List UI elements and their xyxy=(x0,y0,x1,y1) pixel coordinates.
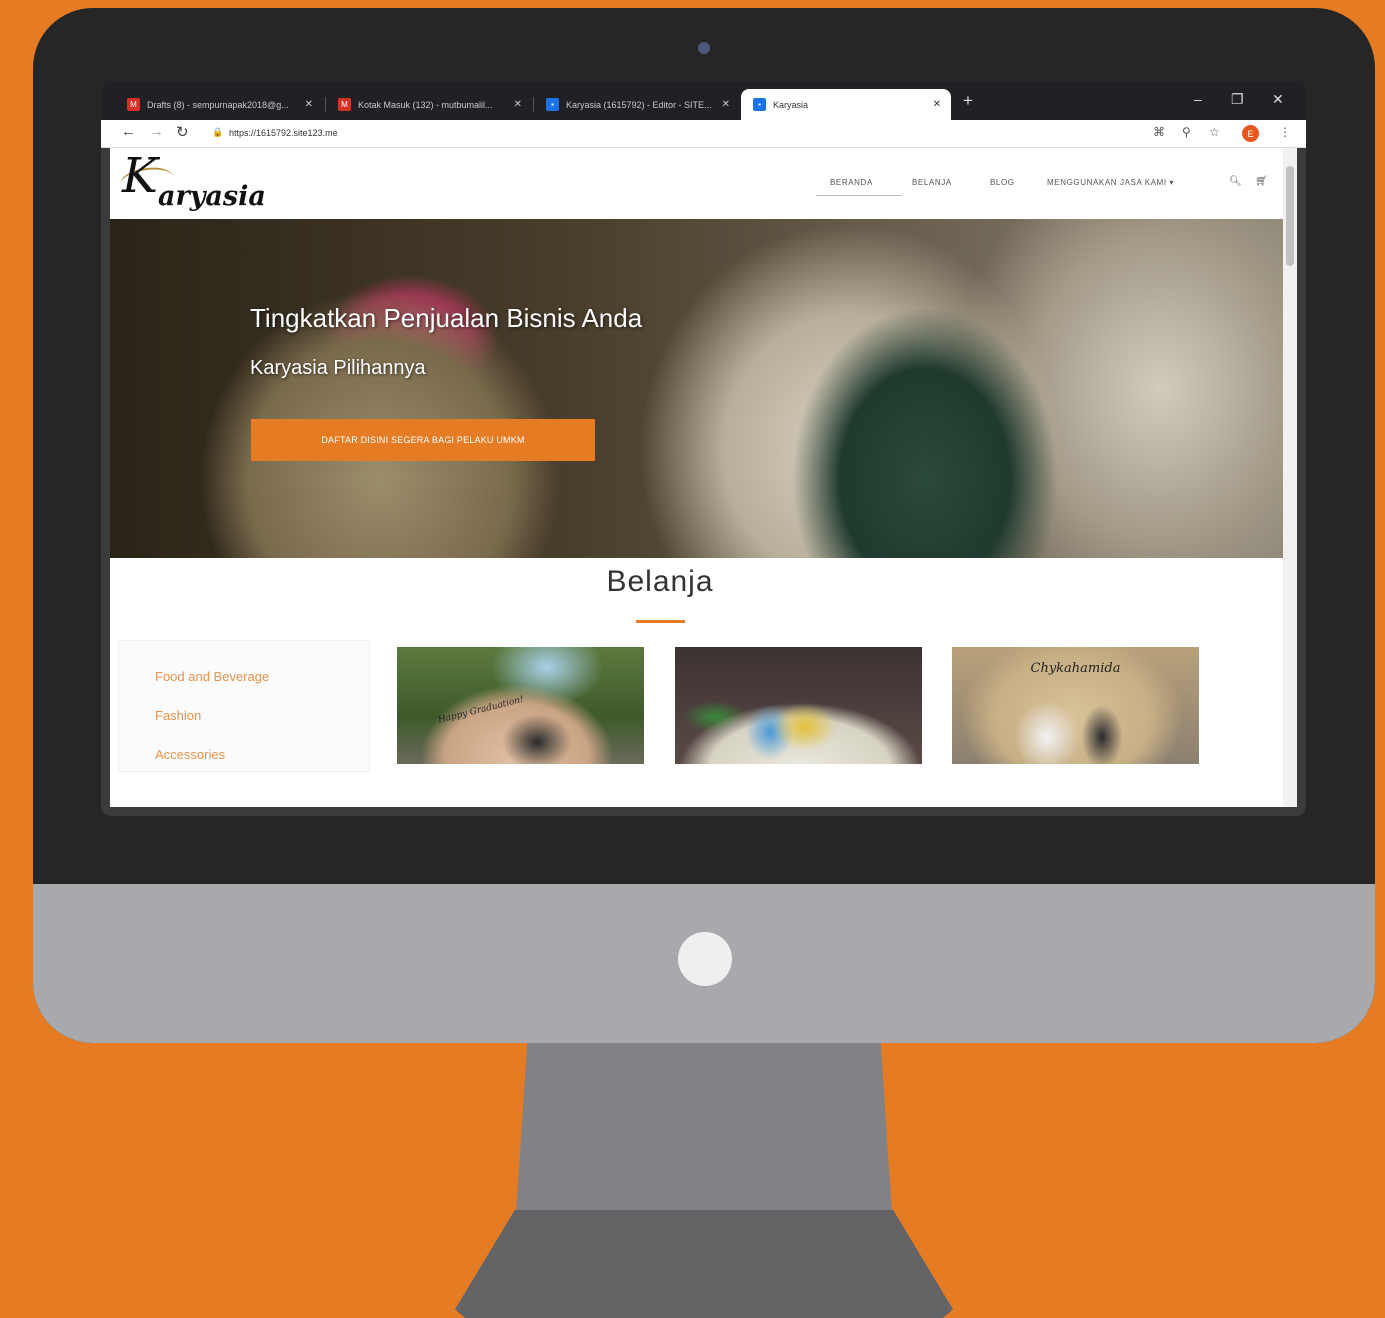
browser-tab-active[interactable]: ▪ Karyasia ✕ xyxy=(741,89,951,120)
register-umkm-button[interactable]: DAFTAR DISINI SEGERA BAGI PELAKU UMKM xyxy=(251,419,595,461)
product-card-couple[interactable]: Chykahamida xyxy=(952,647,1199,764)
minimize-icon[interactable]: – xyxy=(1194,91,1202,107)
site123-favicon-icon: ▪ xyxy=(753,98,766,111)
zoom-icon[interactable]: ⚲ xyxy=(1182,125,1191,139)
cart-icon[interactable]: 🛒︎ xyxy=(1255,176,1268,187)
product-card-family[interactable] xyxy=(675,647,922,764)
product-caption: Happy Graduation! xyxy=(437,694,525,726)
shop-section-title: Belanja xyxy=(606,565,714,598)
tab-title: Karyasia xyxy=(773,99,809,110)
tab-close-icon[interactable]: ✕ xyxy=(514,99,522,110)
new-tab-button[interactable]: + xyxy=(963,91,973,111)
tab-title: Kotak Masuk (132) - mutbumalil... xyxy=(358,99,493,110)
browser-toolbar: ← → ↻ 🔒 https://1615792.site123.me ⌘ ⚲ ☆… xyxy=(101,120,1306,148)
camera-dot xyxy=(698,42,710,54)
nav-beranda[interactable]: BERANDA xyxy=(830,178,873,187)
tab-close-icon[interactable]: ✕ xyxy=(722,99,730,110)
translate-icon[interactable]: ⌘ xyxy=(1153,125,1165,139)
category-accessories[interactable]: Accessories xyxy=(155,747,225,762)
search-icon[interactable]: 🔍︎ xyxy=(1229,176,1242,187)
hero-subtitle: Karyasia Pilihannya xyxy=(250,357,426,379)
close-icon[interactable]: ✕ xyxy=(1272,91,1284,108)
gmail-favicon-icon: M xyxy=(338,98,351,111)
screen: M Drafts (8) - sempurnapak2018@g... ✕ M … xyxy=(101,82,1306,816)
browser-tab-bar: M Drafts (8) - sempurnapak2018@g... ✕ M … xyxy=(101,82,1306,120)
address-bar[interactable]: https://1615792.site123.me xyxy=(229,128,338,138)
tab-title: Drafts (8) - sempurnapak2018@g... xyxy=(147,99,289,110)
product-caption: Chykahamida xyxy=(1030,661,1121,676)
forward-arrow-icon[interactable]: → xyxy=(149,123,164,140)
web-page: K aryasia BERANDA BELANJA BLOG MENGGUNAK… xyxy=(110,148,1297,807)
hero-title: Tingkatkan Penjualan Bisnis Anda xyxy=(250,303,643,333)
category-sidebar: Food and Beverage Fashion Accessories xyxy=(118,640,370,772)
browser-tab-2[interactable]: M Kotak Masuk (132) - mutbumalil... ✕ xyxy=(326,89,532,120)
logo-initial[interactable]: K xyxy=(122,148,158,204)
monitor-logo-button xyxy=(678,932,732,986)
nav-blog[interactable]: BLOG xyxy=(990,178,1015,187)
browser-tab-1[interactable]: M Drafts (8) - sempurnapak2018@g... ✕ xyxy=(115,89,323,120)
back-arrow-icon[interactable]: ← xyxy=(121,123,136,140)
monitor-stand-base xyxy=(455,1210,953,1318)
reload-icon[interactable]: ↻ xyxy=(176,123,189,141)
tab-title: Karyasia (1615792) - Editor - SITE... xyxy=(566,99,712,110)
section-divider xyxy=(636,620,685,623)
product-card-graduation[interactable]: Happy Graduation! xyxy=(397,647,644,764)
scrollbar-thumb[interactable] xyxy=(1286,166,1294,266)
monitor-chin xyxy=(33,884,1375,1043)
maximize-icon[interactable]: ❐ xyxy=(1231,91,1244,108)
page-scrollbar[interactable] xyxy=(1283,148,1297,807)
monitor-stand-neck xyxy=(516,1043,892,1213)
nav-active-underline xyxy=(816,195,902,196)
browser-tab-3[interactable]: ▪ Karyasia (1615792) - Editor - SITE... … xyxy=(534,89,740,120)
tab-close-icon[interactable]: ✕ xyxy=(305,99,313,110)
menu-dots-icon[interactable]: ⋮ xyxy=(1279,125,1291,139)
nav-belanja[interactable]: BELANJA xyxy=(912,178,952,187)
category-fashion[interactable]: Fashion xyxy=(155,708,201,723)
hero-banner: Tingkatkan Penjualan Bisnis Anda Karyasi… xyxy=(110,219,1283,558)
star-icon[interactable]: ☆ xyxy=(1209,125,1220,139)
logo-text[interactable]: aryasia xyxy=(158,181,266,212)
lock-icon: 🔒 xyxy=(212,127,224,137)
gmail-favicon-icon: M xyxy=(127,98,140,111)
tab-close-icon[interactable]: ✕ xyxy=(933,99,941,110)
category-food-and-beverage[interactable]: Food and Beverage xyxy=(155,669,269,684)
nav-menggunakan-jasa-kami[interactable]: MENGGUNAKAN JASA KAMI ▾ xyxy=(1047,178,1174,187)
profile-avatar[interactable]: E xyxy=(1242,125,1259,142)
site123-favicon-icon: ▪ xyxy=(546,98,559,111)
